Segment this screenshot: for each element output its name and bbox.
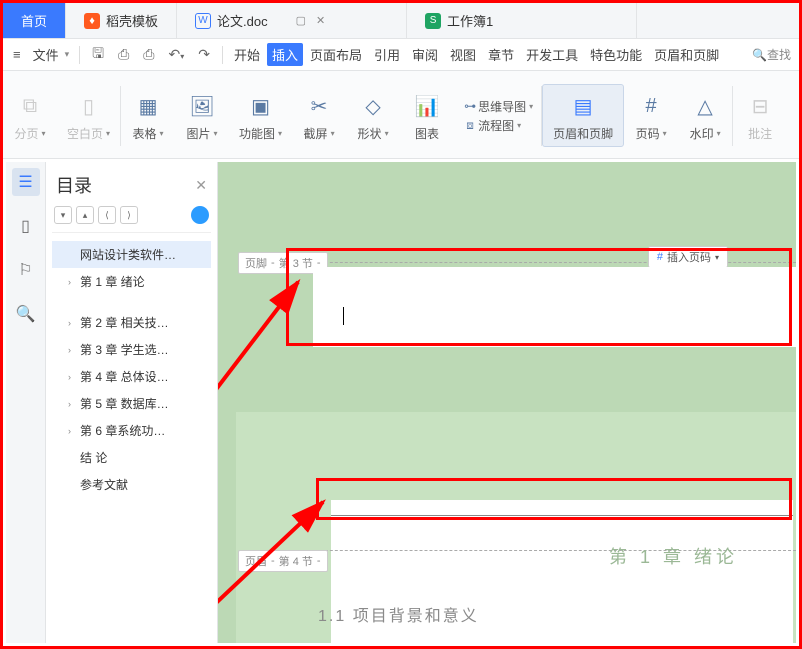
menu-headerfooter[interactable]: 页眉和页脚: [649, 45, 724, 64]
picture-icon: 🖼: [185, 89, 219, 123]
save-icon[interactable]: 🖫: [86, 43, 110, 67]
menu-insert[interactable]: 插入: [267, 43, 303, 66]
chevron-right-icon: ›: [68, 399, 78, 409]
mindmap-icon: ⊶: [462, 99, 478, 113]
toc-item[interactable]: ›第 2 章 相关技…: [52, 309, 211, 336]
shrink-icon[interactable]: ⟨: [98, 206, 116, 224]
chart-icon: 📊: [410, 89, 444, 123]
tool-sidebar: ☰ ▯ ⚐ 🔍: [6, 162, 46, 643]
toc-item[interactable]: ›第 6 章系统功…: [52, 417, 211, 444]
chapter-heading: 第 1 章 绪论: [609, 543, 738, 569]
tab-close-icon[interactable]: ✕: [316, 14, 325, 27]
toc-item[interactable]: ›第 1 章 绪论: [52, 268, 211, 295]
chevron-right-icon: ›: [68, 318, 78, 328]
ribbon-diagram-stack: ⊶思维导图▾ ⧈流程图▾: [454, 98, 541, 134]
document-canvas[interactable]: 页脚 - 第 3 节 - # 插入页码▾ 页眉 - 第 4 节 - 第 1 章 …: [218, 162, 796, 643]
comment-icon: ⊟: [743, 89, 777, 123]
menu-special[interactable]: 特色功能: [585, 45, 647, 64]
ribbon-funcimg[interactable]: ▣ 功能图▾: [229, 89, 292, 142]
table-icon: ▦: [131, 89, 165, 123]
grow-icon[interactable]: ⟩: [120, 206, 138, 224]
display-icon[interactable]: ▢: [296, 14, 306, 27]
workspace: ☰ ▯ ⚐ 🔍 目录 ✕ ▾ ▴ ⟨ ⟩ 网站设计类软件… ›第 1 章 绪论 …: [6, 162, 796, 643]
flame-icon: ♦: [84, 13, 100, 29]
func-image-icon: ▣: [244, 89, 278, 123]
hamburger-icon[interactable]: ≡: [7, 47, 27, 62]
shapes-icon: ◇: [356, 89, 390, 123]
pagebreak-icon: ⧉: [13, 89, 47, 123]
ribbon-picture[interactable]: 🖼 图片▾: [175, 89, 229, 142]
undo-icon[interactable]: ↶▾: [162, 46, 190, 63]
sheet-icon: S: [425, 13, 441, 29]
toc-pane: 目录 ✕ ▾ ▴ ⟨ ⟩ 网站设计类软件… ›第 1 章 绪论 ›第 2 章 相…: [46, 162, 218, 643]
outline-panel-icon[interactable]: ☰: [12, 168, 40, 196]
pagenum-icon: #: [634, 89, 668, 123]
menu-start[interactable]: 开始: [229, 45, 265, 64]
tab-home[interactable]: 首页: [3, 3, 66, 38]
search-button[interactable]: 🔍 查找: [748, 46, 795, 63]
ribbon-comment[interactable]: ⊟ 批注: [733, 89, 787, 142]
ribbon-watermark[interactable]: △ 水印▾: [678, 89, 732, 142]
menubar: ≡ 文件 ▾ 🖫 ⎙ ⎙ ↶▾ ↷ 开始 插入 页面布局 引用 审阅 视图 章节…: [3, 39, 799, 71]
tab-template[interactable]: ♦ 稻壳模板: [66, 3, 177, 38]
annotation-redbox-footer: [286, 248, 792, 346]
tab-workbook[interactable]: S 工作簿1: [407, 3, 637, 38]
redo-icon[interactable]: ↷: [192, 46, 216, 63]
menu-pagelayout[interactable]: 页面布局: [305, 45, 367, 64]
header-tag[interactable]: 页眉 - 第 4 节 -: [238, 550, 328, 572]
toc-item[interactable]: 结 论: [52, 444, 211, 471]
toc-item[interactable]: 网站设计类软件…: [52, 241, 211, 268]
ribbon-pagenum[interactable]: # 页码▾: [624, 89, 678, 142]
toc-list: 网站设计类软件… ›第 1 章 绪论 ›第 2 章 相关技… ›第 3 章 学生…: [52, 233, 211, 498]
headerfooter-icon: ▤: [566, 89, 600, 123]
watermark-icon: △: [688, 89, 722, 123]
document-tabstrip: 首页 ♦ 稻壳模板 W 论文.doc ▢ ✕ S 工作簿1: [3, 3, 799, 39]
ribbon-headerfooter[interactable]: ▤ 页眉和页脚: [542, 84, 624, 147]
expand-down-icon[interactable]: ▾: [54, 206, 72, 224]
print-icon[interactable]: ⎙: [137, 46, 160, 63]
blue-dot-icon[interactable]: [191, 206, 209, 224]
ribbon-chart[interactable]: 📊 图表: [400, 89, 454, 142]
toc-item[interactable]: ›第 3 章 学生选…: [52, 336, 211, 363]
close-icon[interactable]: ✕: [195, 177, 207, 194]
chevron-down-icon: ▾: [65, 49, 70, 60]
menu-chapter[interactable]: 章节: [483, 45, 519, 64]
ribbon-shapes[interactable]: ◇ 形状▾: [346, 89, 400, 142]
ribbon-screenshot[interactable]: ✂ 截屏▾: [292, 89, 346, 142]
menu-view[interactable]: 视图: [445, 45, 481, 64]
menu-review[interactable]: 审阅: [407, 45, 443, 64]
toc-item[interactable]: 参考文献: [52, 471, 211, 498]
find-panel-icon[interactable]: 🔍: [12, 300, 40, 328]
flowchart-icon: ⧈: [462, 118, 478, 133]
chevron-right-icon: ›: [68, 345, 78, 355]
word-doc-icon: W: [195, 13, 211, 29]
collapse-up-icon[interactable]: ▴: [76, 206, 94, 224]
ribbon-mindmap[interactable]: ⊶思维导图▾: [462, 98, 533, 115]
file-menu[interactable]: 文件: [29, 45, 63, 64]
toc-title: 目录: [56, 172, 92, 198]
divider: [79, 46, 80, 64]
ribbon-table[interactable]: ▦ 表格▾: [121, 89, 175, 142]
blankpage-icon: ▯: [72, 89, 106, 123]
divider: [222, 46, 223, 64]
toc-toolbar: ▾ ▴ ⟨ ⟩: [52, 206, 211, 233]
ribbon-insert: ⧉ 分页▾ ▯ 空白页▾ ▦ 表格▾ 🖼 图片▾ ▣ 功能图▾ ✂ 截屏▾ ◇ …: [3, 71, 799, 159]
chevron-right-icon: ›: [68, 277, 78, 287]
section-heading: 1.1 项目背景和意义: [318, 602, 479, 626]
screenshot-icon: ✂: [302, 89, 336, 123]
tab-document[interactable]: W 论文.doc ▢ ✕: [177, 3, 407, 38]
toc-item[interactable]: ›第 4 章 总体设…: [52, 363, 211, 390]
menu-devtools[interactable]: 开发工具: [521, 45, 583, 64]
chevron-right-icon: ›: [68, 426, 78, 436]
print-preview-icon[interactable]: ⎙: [112, 46, 135, 63]
ribbon-blankpage[interactable]: ▯ 空白页▾: [57, 89, 120, 142]
toc-item[interactable]: ›第 5 章 数据库…: [52, 390, 211, 417]
chevron-right-icon: ›: [68, 372, 78, 382]
annotation-redbox-header: [316, 478, 792, 520]
page-panel-icon[interactable]: ▯: [12, 212, 40, 240]
ribbon-pagebreak[interactable]: ⧉ 分页▾: [3, 89, 57, 142]
ribbon-flowchart[interactable]: ⧈流程图▾: [462, 117, 533, 134]
bookmark-panel-icon[interactable]: ⚐: [12, 256, 40, 284]
menu-references[interactable]: 引用: [369, 45, 405, 64]
